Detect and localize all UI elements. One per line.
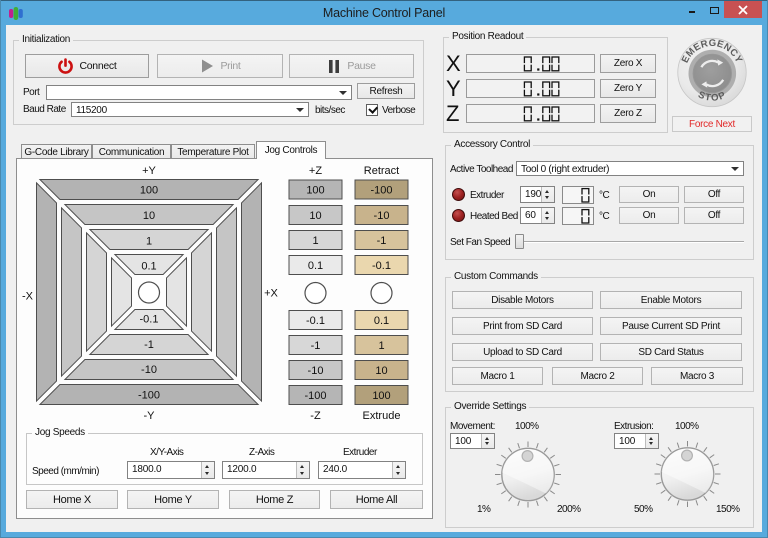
svg-text:-Z: -Z xyxy=(310,410,321,422)
svg-text:-100: -100 xyxy=(370,185,392,197)
svg-text:-0.1: -0.1 xyxy=(306,315,325,327)
svg-text:10: 10 xyxy=(143,210,155,222)
svg-text:-1: -1 xyxy=(144,339,154,351)
svg-text:+Z: +Z xyxy=(309,165,322,177)
svg-text:Retract: Retract xyxy=(364,165,399,177)
svg-text:-1: -1 xyxy=(377,235,387,247)
svg-text:-0.1: -0.1 xyxy=(372,260,391,272)
svg-text:1: 1 xyxy=(146,236,152,248)
svg-text:0.1: 0.1 xyxy=(141,261,156,273)
svg-text:0.1: 0.1 xyxy=(308,260,323,272)
svg-text:10: 10 xyxy=(375,365,387,377)
svg-text:-Y: -Y xyxy=(144,410,156,422)
svg-text:100: 100 xyxy=(306,185,324,197)
svg-text:1: 1 xyxy=(312,235,318,247)
svg-text:-100: -100 xyxy=(138,390,160,402)
svg-text:0.1: 0.1 xyxy=(374,315,389,327)
svg-text:+Y: +Y xyxy=(142,165,156,177)
svg-text:-0.1: -0.1 xyxy=(140,314,159,326)
svg-text:Extrude: Extrude xyxy=(363,410,401,422)
svg-text:100: 100 xyxy=(140,185,158,197)
svg-text:-10: -10 xyxy=(374,210,390,222)
svg-text:100: 100 xyxy=(372,390,390,402)
svg-text:10: 10 xyxy=(309,210,321,222)
svg-text:-1: -1 xyxy=(311,340,321,352)
svg-text:+X: +X xyxy=(264,288,278,300)
svg-text:-10: -10 xyxy=(141,364,157,376)
svg-text:-10: -10 xyxy=(308,365,324,377)
svg-text:-100: -100 xyxy=(304,390,326,402)
svg-text:-X: -X xyxy=(22,291,34,303)
svg-text:1: 1 xyxy=(378,340,384,352)
